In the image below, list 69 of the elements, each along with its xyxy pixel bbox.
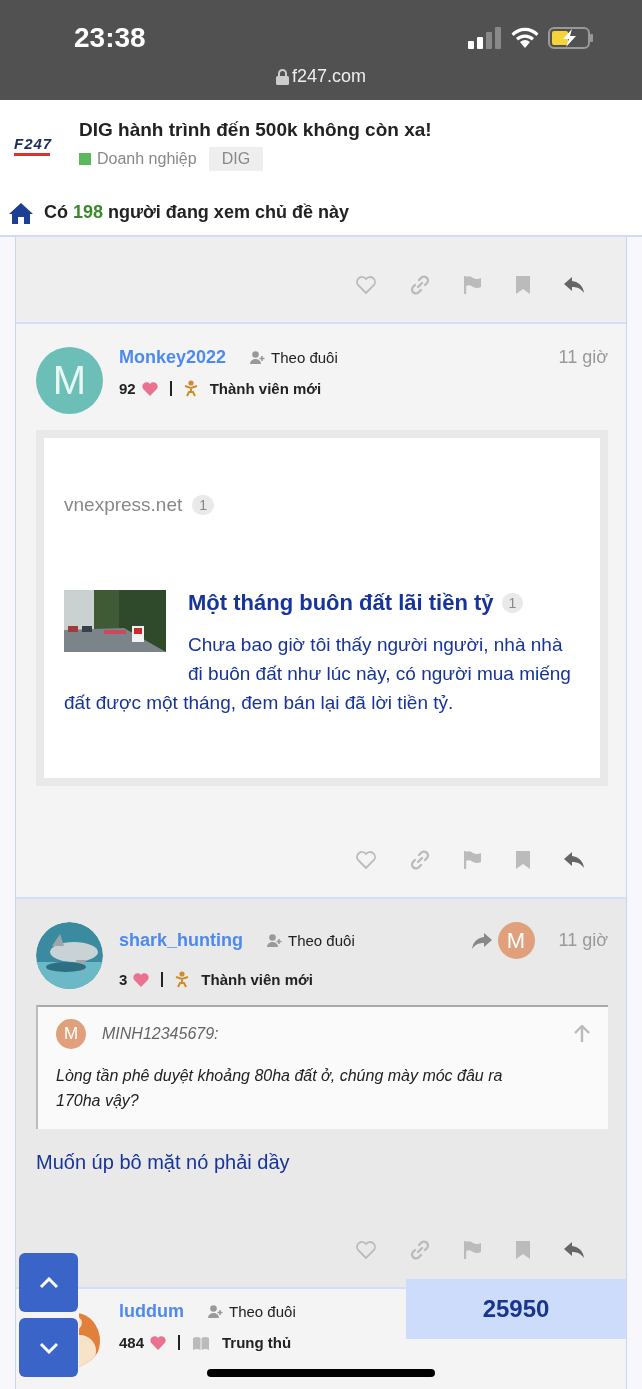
- flag-icon[interactable]: [464, 1241, 482, 1259]
- username-link[interactable]: Monkey2022: [119, 347, 227, 368]
- lock-icon: [275, 68, 289, 85]
- heart-icon[interactable]: [356, 1241, 376, 1259]
- click-count: 1: [192, 495, 215, 515]
- source-link[interactable]: vnexpress.net: [64, 494, 183, 516]
- clock: 23:38: [74, 22, 147, 54]
- wifi-icon: [510, 27, 540, 49]
- follow-button[interactable]: Theo đuôi: [208, 1303, 296, 1320]
- like-count: 484: [119, 1334, 145, 1351]
- reply-arrow-icon: [471, 932, 492, 949]
- post-counter[interactable]: 25950: [406, 1279, 626, 1339]
- site-logo[interactable]: F247: [14, 134, 64, 156]
- user-title: Thành viên mới: [209, 380, 322, 397]
- baby-icon: [175, 971, 190, 988]
- quote-text: Lòng tần phê duyệt khoảng 80ha đất ở, chúng mày móc đâu ra 170ha vậy?: [56, 1066, 504, 1111]
- quote-avatar[interactable]: M: [56, 1019, 86, 1049]
- reply-icon[interactable]: [564, 1242, 584, 1258]
- click-count: 1: [501, 593, 524, 613]
- user-title: Thành viên mới: [201, 971, 313, 988]
- like-count: 92: [119, 380, 136, 397]
- username-link[interactable]: shark_hunting: [119, 930, 243, 951]
- bookmark-icon[interactable]: [516, 276, 530, 294]
- heart-icon[interactable]: [356, 851, 376, 869]
- topic-title[interactable]: DIG hành trình đến 500k không còn xa!: [79, 119, 432, 141]
- article-excerpt: Chưa bao giờ tôi thấy người người, nhà nhà đi buôn đất như lúc này, có người mua miếng đất được một tháng, đem bán lại đã lời tiền tỷ.: [64, 634, 571, 713]
- book-icon: [192, 1334, 211, 1351]
- like-count: 3: [119, 971, 128, 988]
- post-time[interactable]: 11 giờ: [558, 347, 608, 368]
- reply-icon[interactable]: [564, 277, 584, 293]
- viewer-count-text: Có 198 người đang xem chủ đề này: [44, 202, 349, 223]
- battery-icon: [548, 27, 594, 49]
- reply-icon[interactable]: [564, 852, 584, 868]
- bookmark-icon[interactable]: [516, 851, 530, 869]
- chevron-down-icon: [38, 1341, 59, 1354]
- article-title-link[interactable]: Một tháng buôn đất lãi tiền tỷ: [188, 590, 494, 616]
- add-user-icon: [267, 934, 283, 947]
- reply-to-avatar[interactable]: M: [497, 922, 535, 959]
- arrow-up-icon[interactable]: [574, 1025, 590, 1043]
- home-icon[interactable]: [8, 201, 34, 224]
- flag-icon[interactable]: [464, 851, 482, 869]
- signal-icon: [468, 27, 502, 49]
- link-preview-card[interactable]: vnexpress.net 1 Một tháng buôn đất lãi tiền tỷ 1 Chưa bao giờ tôi thấy người người, nhà nhà đi buôn đất như lúc này, có người mua miếng đất được một tháng, đem bán lại đã lời tiền tỷ.: [36, 430, 608, 786]
- address-field[interactable]: f247.com: [251, 66, 391, 87]
- add-user-icon: [250, 351, 267, 364]
- username-link[interactable]: luddum: [119, 1301, 184, 1322]
- post-text: Muốn úp bô mặt nó phải dầy: [36, 1151, 291, 1174]
- add-user-icon: [208, 1305, 224, 1318]
- heart-icon[interactable]: [356, 276, 376, 294]
- heart-icon: [141, 381, 158, 396]
- post-time[interactable]: 11 giờ: [558, 930, 608, 951]
- quote-author: MINH12345679:: [102, 1025, 219, 1043]
- link-icon[interactable]: [410, 850, 430, 870]
- link-icon[interactable]: [410, 1240, 430, 1260]
- user-avatar[interactable]: M: [36, 347, 103, 414]
- chevron-up-icon: [38, 1276, 59, 1289]
- flag-icon[interactable]: [464, 276, 482, 294]
- link-icon[interactable]: [410, 275, 430, 295]
- bookmark-icon[interactable]: [516, 1241, 530, 1259]
- topic-tag[interactable]: DIG: [208, 147, 264, 171]
- baby-icon: [183, 380, 198, 397]
- scroll-up-button[interactable]: [19, 1253, 78, 1312]
- scroll-down-button[interactable]: [19, 1318, 78, 1377]
- heart-icon: [133, 972, 150, 987]
- follow-button[interactable]: Theo đuôi: [267, 932, 355, 949]
- heart-icon: [150, 1335, 167, 1350]
- category-link[interactable]: Doanh nghiệp: [97, 150, 197, 168]
- follow-button[interactable]: Theo đuôi: [250, 349, 338, 366]
- user-title: Trung thủ: [222, 1334, 292, 1351]
